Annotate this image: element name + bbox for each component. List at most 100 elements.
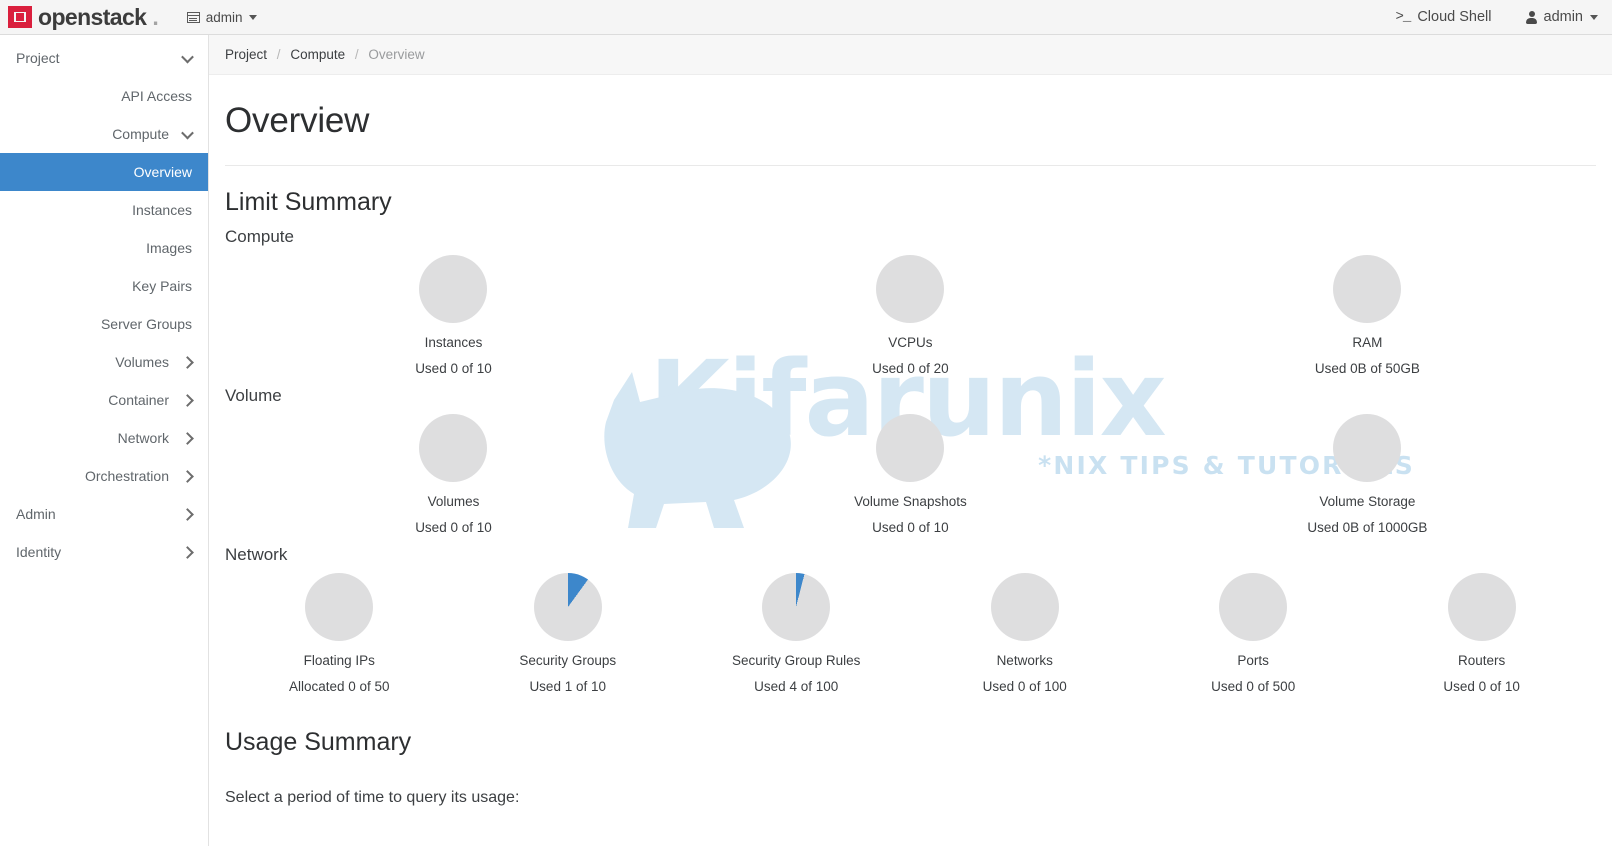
breadcrumb-item-overview: Overview bbox=[368, 47, 425, 62]
chevron-down-icon bbox=[181, 126, 194, 139]
quota-value: Used 0 of 500 bbox=[1211, 679, 1296, 694]
page-title: Overview bbox=[225, 101, 370, 140]
quota-row: Instances Used 0 of 10 VCPUs Used 0 of 20 RA… bbox=[225, 255, 1596, 376]
quota-label: Volumes bbox=[427, 494, 480, 509]
sidebar-item-label: Key Pairs bbox=[132, 278, 192, 294]
quota-value: Used 0 of 100 bbox=[982, 679, 1067, 694]
breadcrumb-item-compute[interactable]: Compute bbox=[290, 47, 345, 62]
sidebar-item-label: Admin bbox=[16, 506, 56, 522]
chevron-down-icon bbox=[1590, 14, 1598, 20]
quota-value: Used 0 of 10 bbox=[1443, 679, 1520, 694]
chevron-right-icon bbox=[181, 545, 194, 559]
sidebar-item-container[interactable]: Container bbox=[0, 381, 208, 419]
quota-label: Networks bbox=[996, 653, 1053, 668]
quota-value: Used 0 of 20 bbox=[872, 361, 949, 376]
sidebar-item-label: Identity bbox=[16, 544, 62, 560]
sidebar-item-network[interactable]: Network bbox=[0, 419, 208, 457]
quota-label: VCPUs bbox=[888, 335, 933, 350]
quota-label: Security Group Rules bbox=[732, 653, 861, 668]
breadcrumb-item-project[interactable]: Project bbox=[225, 47, 267, 62]
user-menu[interactable]: admin bbox=[1525, 9, 1598, 25]
quota-cell-networks: Networks Used 0 of 100 bbox=[910, 573, 1138, 694]
breadcrumb: Project / Compute / Overview bbox=[209, 35, 1612, 75]
user-menu-label: admin bbox=[1543, 9, 1584, 25]
quota-value: Used 0 of 10 bbox=[872, 520, 949, 535]
pie-chart-security-groups bbox=[533, 573, 602, 641]
context-label: admin bbox=[205, 9, 243, 25]
quota-cell-routers: Routers Used 0 of 10 bbox=[1367, 573, 1595, 694]
project-context-switcher[interactable]: admin bbox=[186, 9, 257, 25]
quota-cell-instances: Instances Used 0 of 10 bbox=[225, 255, 682, 376]
chevron-down-icon bbox=[248, 14, 257, 20]
list-icon bbox=[186, 11, 200, 23]
chevron-right-icon bbox=[181, 469, 194, 483]
sidebar-item-label: Container bbox=[108, 392, 169, 408]
navbar-right: >_ Cloud Shell admin bbox=[1396, 9, 1598, 25]
pie-chart-ram bbox=[1333, 255, 1402, 323]
user-icon bbox=[1525, 10, 1537, 24]
quota-label: Security Groups bbox=[519, 653, 617, 668]
sidebar-item-compute[interactable]: Compute bbox=[0, 115, 208, 153]
quota-cell-security-groups: Security Groups Used 1 of 10 bbox=[453, 573, 681, 694]
sidebar-item-key-pairs[interactable]: Key Pairs bbox=[0, 267, 208, 305]
cloud-shell-button[interactable]: >_ Cloud Shell bbox=[1396, 9, 1492, 25]
chevron-right-icon bbox=[181, 431, 194, 445]
quota-groups: Compute Instances Used 0 of 10 VCPUs Used 0 … bbox=[225, 227, 1596, 694]
sidebar-item-label: Instances bbox=[132, 202, 192, 218]
quota-value: Used 1 of 10 bbox=[529, 679, 606, 694]
limit-summary-heading: Limit Summary bbox=[225, 188, 392, 216]
breadcrumb-separator: / bbox=[276, 47, 281, 62]
sidebar-item-orchestration[interactable]: Orchestration bbox=[0, 457, 208, 495]
pie-chart-ports bbox=[1219, 573, 1288, 641]
pie-chart-floating-ips bbox=[305, 573, 374, 641]
quota-value: Used 4 of 100 bbox=[754, 679, 839, 694]
sidebar-nav: Project API Access Compute Overview Instance… bbox=[0, 35, 209, 846]
breadcrumb-separator: / bbox=[354, 47, 359, 62]
quota-label: Floating IPs bbox=[303, 653, 375, 668]
pie-chart-networks bbox=[990, 573, 1059, 641]
sidebar-item-label: Network bbox=[117, 430, 169, 446]
quota-value: Used 0B of 50GB bbox=[1314, 361, 1420, 376]
quota-cell-security-group-rules: Security Group Rules Used 4 of 100 bbox=[682, 573, 910, 694]
sidebar-item-admin[interactable]: Admin bbox=[0, 495, 208, 533]
sidebar-item-label: API Access bbox=[121, 88, 192, 104]
quota-cell-floating-ips: Floating IPs Allocated 0 of 50 bbox=[225, 573, 453, 694]
pie-chart-vcpus bbox=[876, 255, 945, 323]
quota-value: Used 0 of 10 bbox=[415, 520, 492, 535]
chevron-right-icon bbox=[181, 355, 194, 369]
quota-row: Volumes Used 0 of 10 Volume Snapshots Used … bbox=[225, 414, 1596, 535]
sidebar-item-overview[interactable]: Overview bbox=[0, 153, 208, 191]
usage-summary-heading: Usage Summary bbox=[225, 728, 412, 756]
quota-group-title-network: Network bbox=[225, 545, 288, 564]
quota-cell-ports: Ports Used 0 of 500 bbox=[1139, 573, 1367, 694]
sidebar-item-volumes[interactable]: Volumes bbox=[0, 343, 208, 381]
pie-chart-instances bbox=[419, 255, 488, 323]
page-body: Overview Limit Summary Compute Instances U… bbox=[209, 101, 1612, 807]
quota-label: Routers bbox=[1458, 653, 1506, 668]
quota-label: Ports bbox=[1237, 653, 1269, 668]
sidebar-item-label: Project bbox=[16, 50, 60, 66]
pie-chart-volume-snapshots bbox=[876, 414, 945, 482]
openstack-logo[interactable]: openstack . bbox=[8, 4, 159, 31]
quota-label: RAM bbox=[1352, 335, 1383, 350]
quota-label: Volume Storage bbox=[1319, 494, 1416, 509]
sidebar-item-images[interactable]: Images bbox=[0, 229, 208, 267]
sidebar-item-identity[interactable]: Identity bbox=[0, 533, 208, 571]
pie-chart-security-group-rules bbox=[762, 573, 831, 641]
pie-chart-volumes bbox=[419, 414, 488, 482]
chevron-right-icon bbox=[181, 393, 194, 407]
cloud-shell-label: Cloud Shell bbox=[1417, 9, 1492, 25]
sidebar-item-api-access[interactable]: API Access bbox=[0, 77, 208, 115]
quota-value: Used 0B of 1000GB bbox=[1307, 520, 1428, 535]
sidebar-item-instances[interactable]: Instances bbox=[0, 191, 208, 229]
app-shell: Project API Access Compute Overview Instance… bbox=[0, 35, 1612, 846]
sidebar-item-label: Volumes bbox=[115, 354, 169, 370]
quota-label: Instances bbox=[424, 335, 483, 350]
quota-group-title-volume: Volume bbox=[225, 386, 282, 405]
quota-value: Allocated 0 of 50 bbox=[288, 679, 390, 694]
sidebar-item-project[interactable]: Project bbox=[0, 39, 208, 77]
usage-period-prompt: Select a period of time to query its usa… bbox=[225, 789, 520, 806]
sidebar-item-server-groups[interactable]: Server Groups bbox=[0, 305, 208, 343]
sidebar-item-label: Compute bbox=[112, 126, 169, 142]
title-divider bbox=[225, 165, 1596, 166]
